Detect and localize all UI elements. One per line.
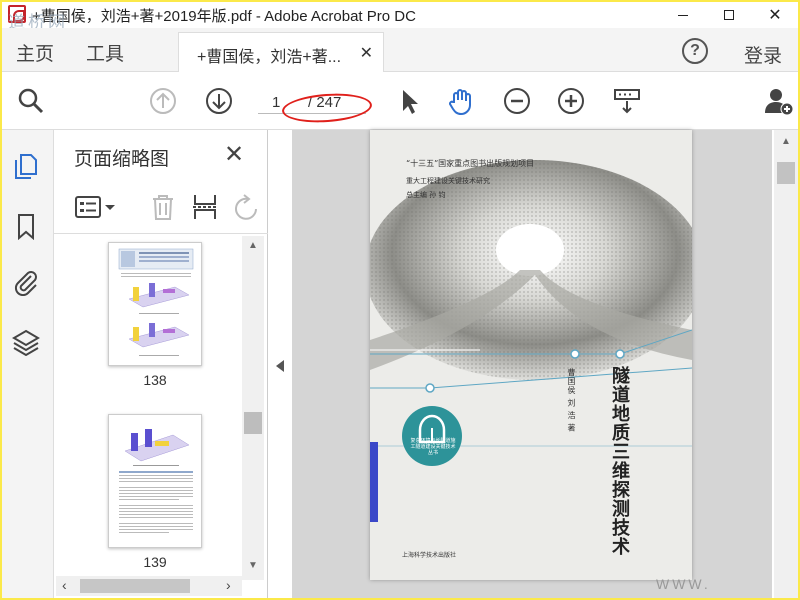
thumbnail-page-138[interactable] [108,242,202,366]
scroll-down-arrow-icon[interactable]: ▼ [242,560,264,571]
thumbnail-horizontal-scrollbar[interactable]: ‹ › [56,576,242,596]
attachments-icon[interactable] [12,268,40,296]
search-zoom-icon[interactable] [16,86,46,116]
menu-home[interactable]: 主页 [16,39,54,66]
document-vertical-scrollbar[interactable]: ▲ [774,130,798,598]
pdf-cover-page: “十三五”国家重点图书出版规划项目 重大工程建设关键技术研究 总主编 孙 钧 隧… [370,130,692,580]
title-bar: +曹国侯，刘浩+著+2019年版.pdf - Adobe Acrobat Pro… [2,2,798,33]
bottom-watermark: WWW. [656,576,711,592]
document-tab-close-icon[interactable]: ✕ [360,43,373,63]
thumbnail-page-number: 139 [143,554,167,570]
document-tab[interactable]: +曹国侯，刘浩+著... ✕ [178,32,384,72]
layers-icon[interactable] [12,328,40,356]
add-user-icon[interactable] [764,86,794,116]
cover-book-title: 隧道地质三维探测技术 [609,366,630,556]
close-window-button[interactable]: ✕ [752,2,798,28]
zoom-out-icon[interactable] [502,86,532,116]
thumbnail-page-number: 138 [143,372,167,388]
menu-tab-bar: 主页 工具 +曹国侯，刘浩+著... ✕ ? 登录 [2,28,798,72]
window-title: +曹国侯，刘浩+著+2019年版.pdf - Adobe Acrobat Pro… [32,8,416,25]
minimize-button[interactable] [660,2,706,28]
current-page-number[interactable]: 1 [272,94,280,111]
maximize-button[interactable] [706,2,752,28]
bookmarks-icon[interactable] [12,212,40,240]
horizontal-scrollbar-thumb[interactable] [80,579,190,593]
doc-scroll-up-arrow-icon[interactable]: ▲ [774,136,798,147]
doc-scrollbar-thumb[interactable] [777,162,795,184]
previous-page-icon[interactable] [148,86,178,116]
thumbnail-page-139[interactable] [108,414,202,548]
document-tab-label: +曹国侯，刘浩+著... [197,49,342,66]
thumbnail-options-icon[interactable] [74,194,118,220]
page-thumbnails-icon[interactable] [12,152,40,180]
zoom-in-icon[interactable] [556,86,586,116]
maximize-icon [724,10,734,20]
thumbnails-panel: 页面缩略图 ✕ 138 139 ▲ ▼ ‹ › [54,130,268,598]
menu-tools[interactable]: 工具 [86,39,124,66]
minimize-icon [678,14,688,16]
rotate-page-icon[interactable] [230,192,260,222]
hand-tool-icon[interactable] [446,86,476,116]
next-page-icon[interactable] [204,86,234,116]
cover-badge-text: 复杂环境与长隧道施工隧道建设关键技术丛书 [410,438,456,456]
help-button[interactable]: ? [682,38,708,64]
panel-toolbar [54,182,268,234]
scroll-right-arrow-icon[interactable]: › [226,577,231,593]
extract-page-icon[interactable] [190,192,220,222]
acrobat-window: +曹国侯，刘浩+著+2019年版.pdf - Adobe Acrobat Pro… [2,2,798,598]
collapse-panel-strip[interactable] [270,130,292,598]
panel-close-icon[interactable]: ✕ [224,140,244,169]
scroll-up-arrow-icon[interactable]: ▲ [242,240,264,251]
cover-authors: 曹国侯 刘 浩 著 [567,368,576,433]
panel-title: 页面缩略图 [74,149,170,170]
cover-publisher: 上海科学技术出版社 [402,552,457,559]
scroll-mode-icon[interactable] [612,86,642,116]
cover-series-line: “十三五”国家重点图书出版规划项目 [406,159,535,168]
cover-subseries-line: 重大工程建设关键技术研究 [406,177,490,185]
document-view[interactable]: “十三五”国家重点图书出版规划项目 重大工程建设关键技术研究 总主编 孙 钧 隧… [292,130,772,598]
cover-chief-editor: 总主编 孙 钧 [406,191,446,199]
navigation-rail [2,130,54,598]
thumbnail-list: 138 139 [54,236,244,580]
delete-page-icon[interactable] [148,192,178,222]
collapse-arrow-icon[interactable] [276,360,284,372]
scroll-left-arrow-icon[interactable]: ‹ [62,577,67,593]
page-139-preview [119,429,193,533]
scrollbar-thumb[interactable] [244,412,262,434]
thumbnail-vertical-scrollbar[interactable]: ▲ ▼ [242,236,264,580]
login-link[interactable]: 登录 [744,41,782,68]
select-cursor-icon[interactable] [394,86,424,116]
page-138-preview [118,248,194,356]
main-toolbar: 1 / 247 [2,72,798,130]
